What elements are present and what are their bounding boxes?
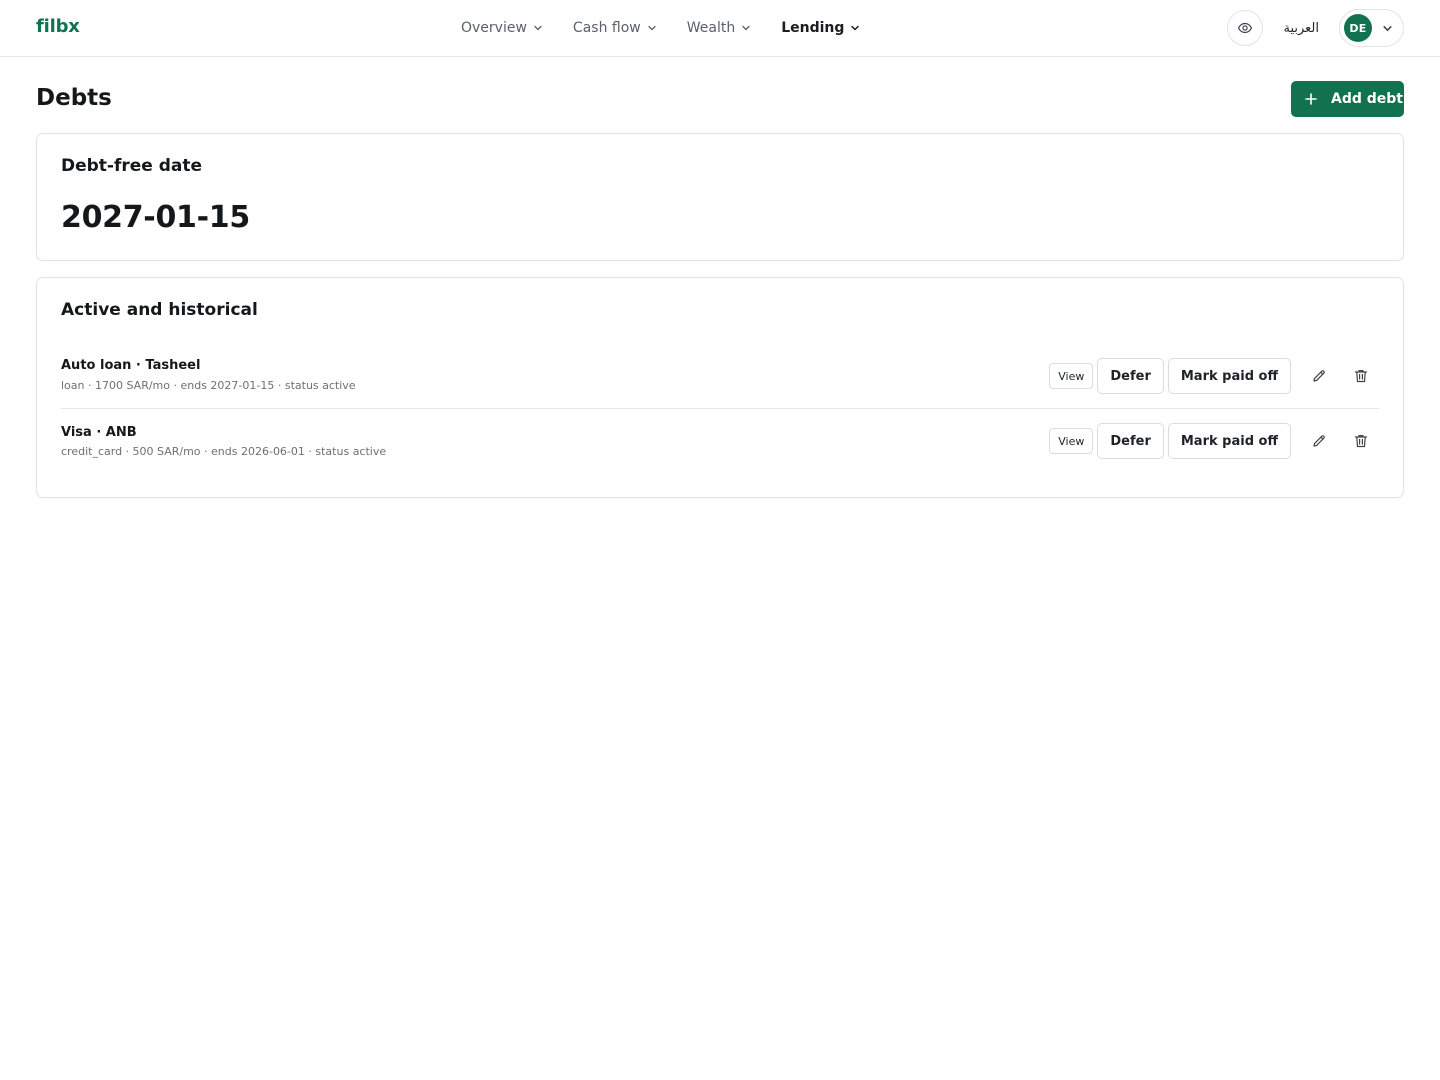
- add-debt-label: Add debt: [1331, 91, 1403, 107]
- debt-name: Auto loan · Tasheel: [61, 358, 201, 373]
- list-item: Visa · ANB credit_card · 500 SAR/mo · en…: [61, 409, 1379, 473]
- nav-item-label: Wealth: [686, 20, 736, 36]
- debt-free-date-value: 2027-01-15: [61, 200, 250, 235]
- debt-free-title: Debt-free date: [61, 156, 203, 176]
- header-tools: العربية DE: [1227, 9, 1404, 47]
- brand-logo[interactable]: filbx: [36, 16, 80, 37]
- debts-list-card: Active and historical Auto loan · Tashee…: [36, 277, 1404, 498]
- language-switch[interactable]: العربية: [1283, 21, 1319, 36]
- delete-button[interactable]: [1343, 423, 1379, 459]
- top-bar: filbx Overview Cash flow Wealth Lending …: [0, 0, 1440, 57]
- debt-meta: credit_card · 500 SAR/mo · ends 2026-06-…: [61, 445, 387, 458]
- nav-item-label: Lending: [781, 20, 845, 36]
- debt-name: Visa · ANB: [61, 425, 137, 440]
- add-debt-button[interactable]: Add debt: [1291, 81, 1404, 117]
- nav-item-overview[interactable]: Overview: [461, 17, 543, 39]
- edit-button[interactable]: [1301, 358, 1337, 394]
- debt-free-card: Debt-free date 2027-01-15: [36, 133, 1404, 261]
- view-button[interactable]: View: [1049, 428, 1094, 454]
- privacy-toggle-button[interactable]: [1227, 10, 1264, 46]
- avatar: DE: [1344, 14, 1372, 42]
- edit-button[interactable]: [1301, 423, 1337, 459]
- row-actions: View Defer Mark paid off: [1049, 423, 1379, 459]
- user-menu-button[interactable]: DE: [1339, 9, 1404, 47]
- delete-button[interactable]: [1343, 358, 1379, 394]
- chevron-down-icon: [534, 25, 542, 31]
- mark-paid-off-button[interactable]: Mark paid off: [1167, 423, 1291, 459]
- main-nav: Overview Cash flow Wealth Lending: [461, 17, 890, 39]
- chevron-down-icon: [851, 25, 860, 31]
- chevron-down-icon: [1383, 25, 1392, 31]
- chevron-down-icon: [742, 25, 750, 31]
- chevron-down-icon: [648, 25, 656, 31]
- defer-button[interactable]: Defer: [1097, 423, 1164, 459]
- debts-list-title: Active and historical: [61, 300, 258, 320]
- trash-icon: [1354, 370, 1368, 383]
- view-button[interactable]: View: [1049, 363, 1094, 389]
- nav-item-cash-flow[interactable]: Cash flow: [573, 17, 657, 39]
- mark-paid-off-button[interactable]: Mark paid off: [1167, 358, 1291, 394]
- nav-item-lending[interactable]: Lending: [781, 17, 860, 39]
- nav-item-wealth[interactable]: Wealth: [687, 17, 751, 39]
- page-title: Debts: [36, 85, 112, 111]
- pencil-icon: [1313, 370, 1325, 382]
- trash-icon: [1354, 435, 1368, 448]
- row-actions: View Defer Mark paid off: [1049, 358, 1379, 394]
- nav-item-label: Cash flow: [572, 20, 641, 36]
- debt-meta: loan · 1700 SAR/mo · ends 2027-01-15 · s…: [61, 379, 356, 392]
- list-item: Auto loan · Tasheel loan · 1700 SAR/mo ·…: [61, 345, 1379, 409]
- defer-button[interactable]: Defer: [1097, 358, 1164, 394]
- eye-icon: [1238, 22, 1253, 34]
- plus-icon: [1305, 93, 1317, 105]
- nav-item-label: Overview: [461, 20, 527, 36]
- pencil-icon: [1313, 435, 1325, 447]
